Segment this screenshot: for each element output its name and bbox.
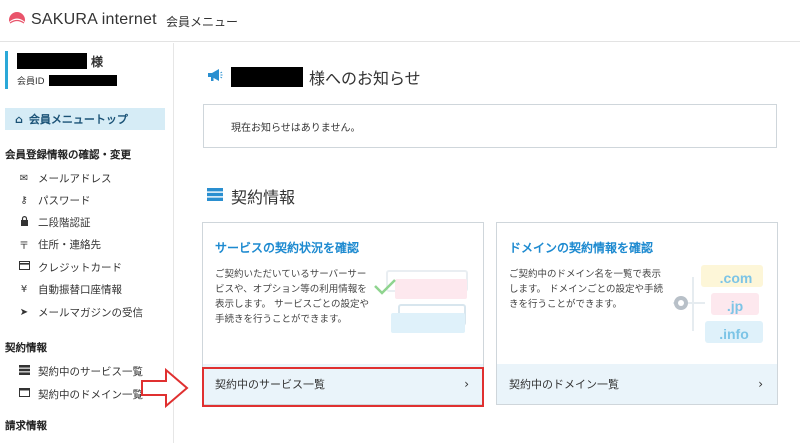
sidebar-item-label: 二段階認証 [38, 216, 91, 229]
sidebar-item-address[interactable]: 〒 住所・連絡先 [18, 236, 101, 252]
megaphone-icon [207, 68, 223, 86]
sidebar-item-label: 契約中のサービス一覧 [38, 365, 143, 378]
domain-tag-jp: .jp [726, 298, 744, 314]
service-card-title: サービスの契約状況を確認 [215, 241, 360, 255]
redacted-member-id [48, 75, 117, 86]
lock-icon [18, 215, 30, 229]
home-icon: ⌂ [15, 112, 23, 126]
announcement-title: 様へのお知らせ [207, 65, 421, 89]
window-icon [18, 388, 30, 400]
member-menu-label: 会員メニュー [166, 15, 239, 29]
domain-tag-com: .com [719, 270, 753, 286]
user-block: 様 会員ID [5, 51, 165, 89]
header: SAKURA internet 会員メニュー [0, 0, 800, 42]
contract-info-title: 契約情報 [207, 184, 295, 208]
sidebar-item-mail-magazine[interactable]: ➤ メールマガジンの受信 [18, 304, 143, 320]
sidebar-item-password[interactable]: ⚷ パスワード [18, 192, 91, 208]
sidebar-item-credit-card[interactable]: クレジットカード [18, 259, 122, 275]
server-icon [18, 364, 30, 378]
sidebar-item-domain-list[interactable]: 契約中のドメイン一覧 [18, 386, 143, 402]
service-card-description: ご契約いただいているサーバーサービスや、オプション等の利用情報を表示します。 サ… [215, 269, 369, 325]
sakura-logo[interactable]: SAKURA internet [6, 9, 157, 31]
section-title-member-info: 会員登録情報の確認・変更 [5, 149, 131, 161]
red-arrow-annotation [141, 367, 189, 409]
announcement-title-text: 様へのお知らせ [309, 69, 421, 88]
postal-icon: 〒 [19, 240, 29, 252]
domain-card-title: ドメインの契約情報を確認 [509, 241, 654, 255]
sidebar-item-label: メールマガジンの受信 [38, 306, 143, 319]
sidebar-item-label: クレジットカード [38, 261, 122, 274]
chevron-right-icon: › [758, 377, 763, 391]
contract-info-title-text: 契約情報 [231, 188, 296, 207]
red-highlight-frame [202, 367, 484, 407]
yen-icon: ¥ [20, 283, 28, 295]
section-title-contract: 契約情報 [5, 342, 47, 354]
sakura-logo-icon [9, 12, 25, 28]
sidebar-item-auto-transfer[interactable]: ¥ 自動振替口座情報 [18, 281, 122, 297]
sidebar-item-label: メールアドレス [38, 172, 112, 185]
brand-name: SAKURA internet [31, 11, 157, 28]
sidebar-item-email[interactable]: ✉ メールアドレス [18, 170, 112, 186]
redacted-user-name [17, 53, 87, 69]
domain-list-link[interactable]: 契約中のドメイン一覧 › [497, 364, 777, 404]
redacted-user-name [231, 67, 303, 87]
key-icon: ⚷ [20, 194, 28, 206]
domain-contract-card: ドメインの契約情報を確認 ご契約中のドメイン名を一覧で表示します。 ドメインごと… [496, 222, 778, 405]
user-suffix: 様 [91, 54, 104, 69]
service-illustration [374, 270, 468, 333]
sidebar-item-label: パスワード [38, 194, 91, 207]
send-icon: ➤ [19, 306, 29, 318]
notice-empty-message: 現在お知らせはありません。 [231, 122, 361, 134]
sidebar-item-label: 会員メニュートップ [28, 113, 128, 126]
domain-list-link-label: 契約中のドメイン一覧 [509, 378, 619, 391]
notice-box: 現在お知らせはありません。 [203, 104, 777, 148]
domain-card-description: ご契約中のドメイン名を一覧で表示します。 ドメインごとの設定や手続きを行うことが… [509, 269, 663, 310]
section-title-billing: 請求情報 [5, 420, 47, 432]
sidebar-item-service-list[interactable]: 契約中のサービス一覧 [18, 363, 143, 379]
member-id-label: 会員ID [17, 77, 45, 87]
sidebar-item-label: 自動振替口座情報 [38, 283, 122, 296]
sidebar-item-label: 住所・連絡先 [38, 238, 101, 251]
domain-tag-info: .info [719, 326, 749, 342]
sidebar-item-two-factor[interactable]: 二段階認証 [18, 214, 91, 230]
credit-card-icon [18, 261, 30, 273]
server-icon [207, 187, 223, 205]
sidebar-item-member-top[interactable]: ⌂ 会員メニュートップ [5, 108, 165, 130]
sidebar-item-label: 契約中のドメイン一覧 [38, 388, 143, 401]
envelope-icon: ✉ [19, 172, 29, 184]
